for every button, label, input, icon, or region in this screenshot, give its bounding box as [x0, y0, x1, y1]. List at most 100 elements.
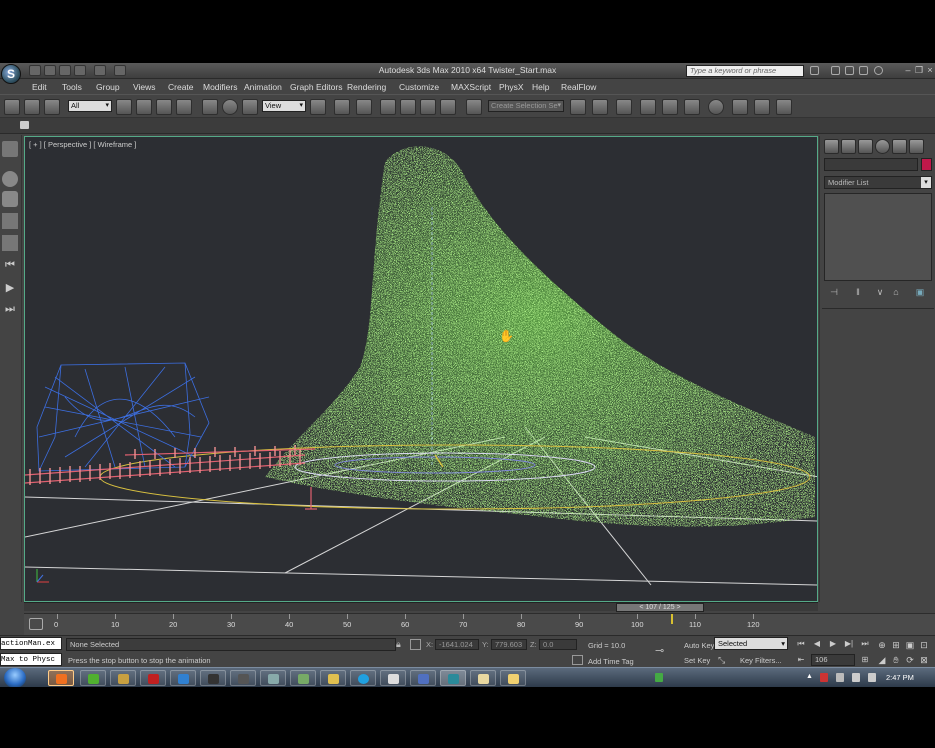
redo-icon[interactable]: [94, 65, 106, 76]
taskbar-app-icon-plant[interactable]: [290, 670, 316, 686]
pivot-center-icon[interactable]: [310, 99, 326, 115]
selection-filter-dropdown[interactable]: All: [68, 100, 112, 112]
menu-graph-editors[interactable]: Graph Editors: [290, 82, 342, 92]
tray-lock-icon[interactable]: [836, 673, 844, 682]
taskbar-clock[interactable]: 2:47 PM: [886, 673, 914, 682]
hierarchy-tab-icon[interactable]: [858, 139, 873, 154]
rendered-frame-window-icon[interactable]: [754, 99, 770, 115]
restore-icon[interactable]: ❐: [914, 66, 924, 76]
scale-icon[interactable]: [242, 99, 258, 115]
select-by-name-icon[interactable]: [136, 99, 152, 115]
menu-realflow[interactable]: RealFlow: [561, 82, 596, 92]
go-to-end-icon[interactable]: ⏭: [858, 638, 872, 650]
create-tab-icon[interactable]: [824, 139, 839, 154]
taskbar-app-icon-paint[interactable]: [470, 670, 496, 686]
taskbar-app-icon-window[interactable]: [380, 670, 406, 686]
zoom-all-icon[interactable]: ⊞: [890, 639, 902, 651]
search-binoculars-icon[interactable]: [810, 66, 819, 75]
tray-volume-icon[interactable]: [868, 673, 876, 682]
help-icon[interactable]: [874, 66, 883, 75]
menu-modifiers[interactable]: Modifiers: [203, 82, 237, 92]
modifier-stack[interactable]: [824, 193, 932, 281]
zoom-icon[interactable]: ⊕: [876, 639, 888, 651]
time-slider[interactable]: < 107 / 125 >: [24, 602, 818, 612]
favorites-star-icon[interactable]: [859, 66, 868, 75]
taskbar-app-icon-blue[interactable]: [170, 670, 196, 686]
particle-tools-icon[interactable]: [2, 235, 18, 251]
track-bar[interactable]: 0 10 20 30 40 50 60 70 80 90 100 110 120: [24, 613, 935, 635]
project-folder-icon[interactable]: [114, 65, 126, 76]
minimize-icon[interactable]: –: [903, 66, 913, 76]
add-time-tag[interactable]: Add Time Tag: [588, 657, 634, 666]
tray-network-icon[interactable]: [852, 673, 860, 682]
render-production-icon[interactable]: [776, 99, 792, 115]
zoom-extents-icon[interactable]: ▣: [904, 639, 916, 651]
display-tab-icon[interactable]: [892, 139, 907, 154]
menu-physx[interactable]: PhysX: [499, 82, 524, 92]
select-object-icon[interactable]: [116, 99, 132, 115]
current-frame-field[interactable]: 106: [811, 654, 855, 666]
reference-coordinate-dropdown[interactable]: View: [262, 100, 306, 112]
snaps-toggle-icon[interactable]: [380, 99, 396, 115]
menu-views[interactable]: Views: [133, 82, 156, 92]
y-coordinate-field[interactable]: 779.603: [491, 639, 527, 650]
taskbar-app-icon-feather[interactable]: [260, 670, 286, 686]
orbit-icon[interactable]: ⟳: [904, 654, 916, 666]
utilities-tab-icon[interactable]: [909, 139, 924, 154]
rotate-icon[interactable]: [222, 99, 238, 115]
time-configuration-icon[interactable]: ⊞: [858, 654, 872, 666]
show-end-result-icon[interactable]: ‖: [852, 286, 864, 298]
new-file-icon[interactable]: [29, 65, 41, 76]
goto-start-icon[interactable]: ⏮: [2, 259, 18, 275]
auto-key-button[interactable]: Auto Key: [684, 641, 714, 650]
remove-modifier-icon[interactable]: ⌂: [890, 286, 902, 298]
maxscript-listener-line-2[interactable]: Max to Physc: [0, 653, 62, 666]
key-mode-dropdown[interactable]: Selected ▾: [714, 637, 788, 650]
play-icon[interactable]: ▶: [826, 638, 840, 650]
object-color-swatch[interactable]: [921, 158, 932, 171]
time-tag-icon[interactable]: [572, 655, 583, 665]
time-slider-thumb[interactable]: < 107 / 125 >: [616, 603, 704, 612]
menu-tools[interactable]: Tools: [62, 82, 82, 92]
object-name-field[interactable]: [824, 158, 918, 171]
align-icon[interactable]: [592, 99, 608, 115]
taskbar-app-icon-pen[interactable]: [410, 670, 436, 686]
edit-named-selection-icon[interactable]: [466, 99, 482, 115]
percent-snap-icon[interactable]: [420, 99, 436, 115]
next-frame-icon[interactable]: ▶|: [842, 638, 856, 650]
open-file-icon[interactable]: [44, 65, 56, 76]
window-crossing-icon[interactable]: [176, 99, 192, 115]
menu-customize[interactable]: Customize: [399, 82, 439, 92]
tray-app-icon[interactable]: [655, 673, 663, 682]
acrobat-taskbar-icon[interactable]: [140, 670, 166, 686]
render-setup-icon[interactable]: [732, 99, 748, 115]
pin-stack-icon[interactable]: ⊣: [828, 286, 840, 298]
motion-tab-icon[interactable]: [875, 139, 890, 154]
taskbar-app-icon-folder[interactable]: [500, 670, 526, 686]
zoom-extents-all-icon[interactable]: ⊡: [918, 639, 930, 651]
previous-frame-icon[interactable]: ◀: [810, 638, 824, 650]
explorer-taskbar-icon[interactable]: [320, 670, 346, 686]
link-icon[interactable]: [4, 99, 20, 115]
physx-icon[interactable]: [2, 141, 18, 157]
close-icon[interactable]: ×: [925, 66, 935, 76]
steam-taskbar-icon[interactable]: [200, 670, 226, 686]
tray-security-icon[interactable]: [820, 673, 828, 682]
lock-icon[interactable]: 🔒︎: [396, 639, 401, 650]
pan-view-icon[interactable]: ✋︎: [890, 654, 902, 666]
z-coordinate-field[interactable]: 0.0: [539, 639, 577, 650]
key-filter-icon[interactable]: ⤡: [718, 655, 725, 666]
tray-expand-icon[interactable]: ▲: [806, 673, 814, 682]
bind-space-warp-icon[interactable]: [44, 99, 60, 115]
taskbar-app-icon-dark[interactable]: [230, 670, 256, 686]
layer-manager-icon[interactable]: [616, 99, 632, 115]
make-unique-icon[interactable]: ∨: [874, 286, 886, 298]
mirror-icon[interactable]: [570, 99, 586, 115]
subscription-center-icon[interactable]: [831, 66, 840, 75]
menu-maxscript[interactable]: MAXScript: [451, 82, 491, 92]
rectangle-selection-icon[interactable]: [156, 99, 172, 115]
set-key-button[interactable]: Set Key: [684, 656, 710, 665]
realflow-icon[interactable]: [2, 171, 18, 187]
move-icon[interactable]: [202, 99, 218, 115]
select-manipulate-icon[interactable]: [334, 99, 350, 115]
